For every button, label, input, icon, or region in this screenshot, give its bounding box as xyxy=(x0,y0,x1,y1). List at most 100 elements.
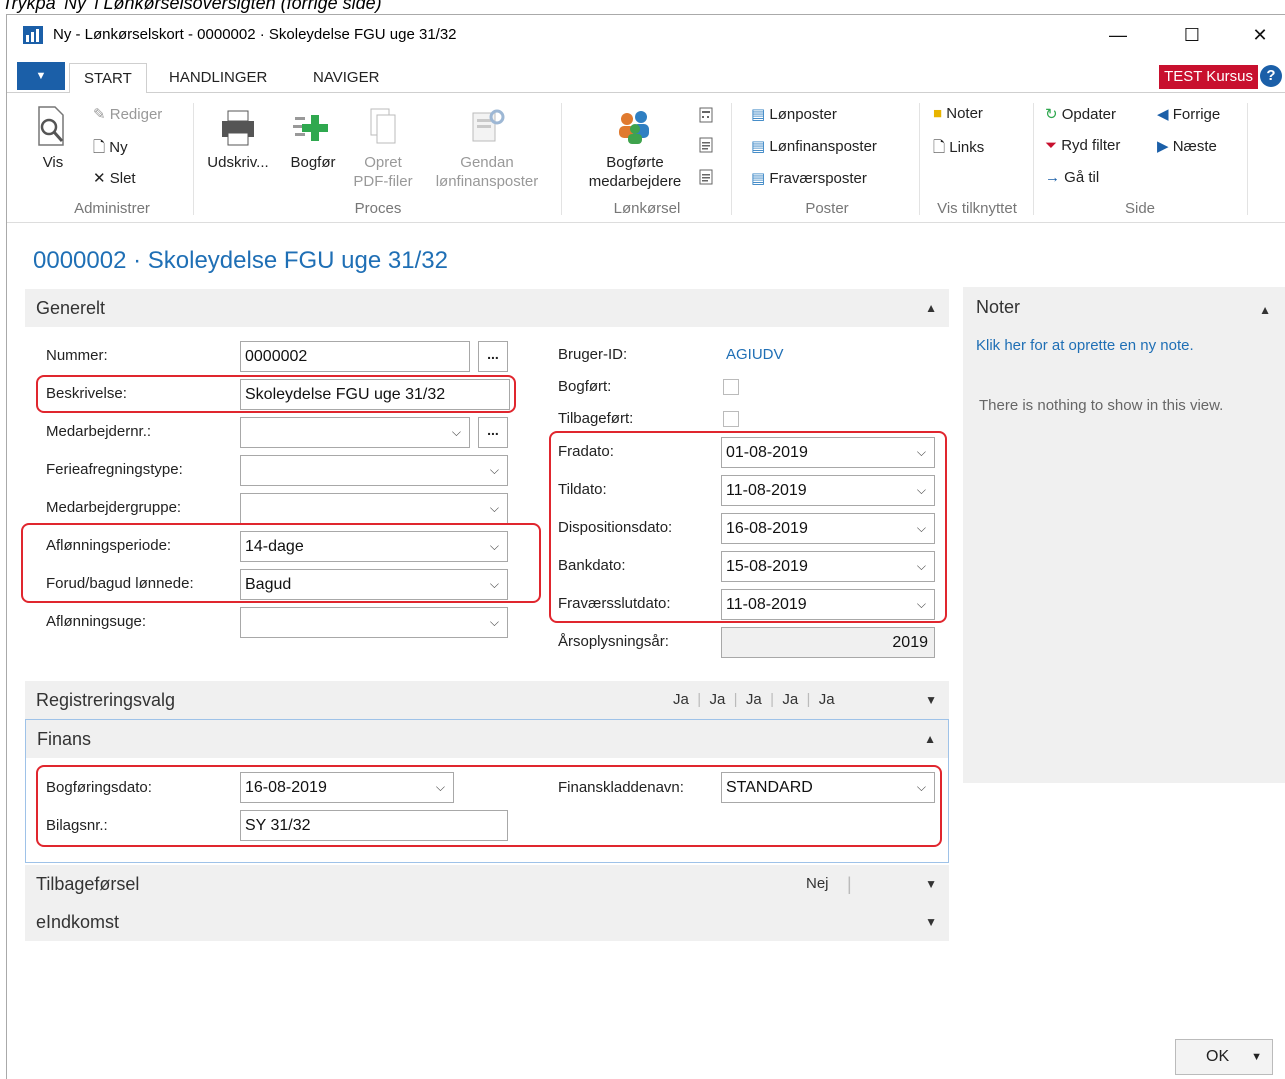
naeste-button[interactable]: ▶ Næste xyxy=(1157,137,1217,155)
arsoplysningsar-field: 2019 xyxy=(721,627,935,658)
tab-start[interactable]: START xyxy=(69,63,147,94)
ferieafregningstype-select[interactable]: ⌵ xyxy=(240,455,508,486)
tilbagefort-label: Tilbageført: xyxy=(558,410,634,427)
section-header-registreringsvalg[interactable]: Registreringsvalg Ja | Ja | Ja | Ja | Ja… xyxy=(25,681,949,719)
close-button[interactable]: ✕ xyxy=(1245,21,1275,49)
vis-button[interactable]: Vis xyxy=(33,105,73,172)
expand-chevron-icon: ▼ xyxy=(925,693,937,707)
section-header-eindkomst[interactable]: eIndkomst ▼ xyxy=(25,903,949,941)
fravaersposter-button[interactable]: ▤ Fraværsposter xyxy=(751,169,867,187)
rediger-button[interactable]: ✎ Rediger xyxy=(93,105,162,123)
calculator-icon[interactable] xyxy=(699,107,713,127)
ok-button[interactable]: OK ▼ xyxy=(1175,1039,1273,1075)
arsoplysningsar-label: Årsoplysningsår: xyxy=(558,633,669,650)
ga-til-button[interactable]: → Gå til xyxy=(1045,169,1099,186)
udskriv-button[interactable]: Udskriv... xyxy=(203,105,273,172)
chevron-down-icon: ⌵ xyxy=(489,463,499,477)
create-note-link[interactable]: Klik her for at oprette en ny note. xyxy=(976,337,1194,354)
separator: | xyxy=(847,874,852,894)
chevron-down-icon: ⌵ xyxy=(489,501,499,515)
medarbejdernr-label: Medarbejdernr.: xyxy=(46,423,152,440)
restore-ledger-icon xyxy=(472,109,505,142)
new-document-icon: 🗋 xyxy=(93,139,106,156)
copy-document-icon xyxy=(370,108,396,144)
nummer-label: Nummer: xyxy=(46,347,108,364)
tab-handlinger[interactable]: HANDLINGER xyxy=(155,63,281,94)
collapse-chevron-icon: ▲ xyxy=(924,732,936,746)
group-label-administrer: Administrer xyxy=(74,200,150,217)
empty-state-text: There is nothing to show in this view. xyxy=(979,397,1224,414)
environment-badge: TEST Kursus xyxy=(1159,65,1258,89)
highlight-box xyxy=(36,765,942,847)
help-icon[interactable]: ? xyxy=(1260,65,1282,87)
group-separator xyxy=(1033,103,1034,215)
gendan-lonfinansposter-button[interactable]: Gendan lønfinansposter xyxy=(421,105,553,191)
top-note: Trykpå 'Ny' i Lønkørselsoversigten (forr… xyxy=(2,0,382,13)
opdater-button[interactable]: ↻ Opdater xyxy=(1045,105,1116,123)
ryd-filter-button[interactable]: ⏷ Ryd filter xyxy=(1045,137,1120,154)
nummer-field[interactable]: 0000002 xyxy=(240,341,470,372)
ledger-entries-icon: ▤ xyxy=(751,106,766,123)
group-separator xyxy=(193,103,194,215)
highlight-box xyxy=(549,431,947,623)
group-label-proces: Proces xyxy=(354,200,402,217)
collapse-chevron-icon[interactable]: ▲ xyxy=(1259,303,1271,317)
maximize-button[interactable]: ☐ xyxy=(1177,21,1207,49)
view-document-icon xyxy=(38,106,64,146)
noter-panel-title: Noter xyxy=(976,297,1021,317)
window: Ny - Lønkørselskort - 0000002 · Skoleyde… xyxy=(6,14,1285,1079)
previous-arrow-icon: ◀ xyxy=(1157,106,1169,123)
group-separator xyxy=(919,103,920,215)
medarbejdernr-field[interactable]: ⌵ xyxy=(240,417,470,448)
link-icon: 🗋 xyxy=(933,139,946,156)
nummer-assist-button[interactable]: ... xyxy=(478,341,508,372)
bogfort-checkbox xyxy=(723,379,739,395)
next-arrow-icon: ▶ xyxy=(1157,138,1169,155)
section-header-tilbageforsel[interactable]: Tilbageførsel Nej | ▼ xyxy=(25,865,949,903)
bogfor-button[interactable]: Bogfør xyxy=(285,105,341,172)
page-title: 0000002 · Skoleydelse FGU uge 31/32 xyxy=(33,247,448,274)
lonfinansposter-button[interactable]: ▤ Lønfinansposter xyxy=(751,137,877,155)
lonposter-button[interactable]: ▤ Lønposter xyxy=(751,105,837,123)
tilbageforsel-summary: Nej xyxy=(806,875,829,892)
medarbejdernr-assist-button[interactable]: ... xyxy=(478,417,508,448)
tab-naviger[interactable]: NAVIGER xyxy=(299,63,393,94)
highlight-box xyxy=(36,375,516,413)
ledger-entries-icon: ▤ xyxy=(751,138,766,155)
section-header-generelt[interactable]: Generelt ▲ xyxy=(25,289,949,327)
note-icon: ■ xyxy=(933,105,943,122)
report-icon[interactable] xyxy=(699,137,713,157)
minimize-button[interactable]: — xyxy=(1103,21,1133,49)
opret-pdf-button[interactable]: Opret PDF-filer xyxy=(347,105,419,191)
noter-factbox: Noter ▲ Klik her for at oprette en ny no… xyxy=(963,287,1285,783)
group-separator xyxy=(561,103,562,215)
arrow-right-icon: → xyxy=(1045,169,1060,186)
title-bar: Ny - Lønkørselskort - 0000002 · Skoleyde… xyxy=(7,15,1285,55)
links-button[interactable]: 🗋 Links xyxy=(933,137,984,162)
dropdown-arrow-icon: ▼ xyxy=(1251,1051,1262,1063)
group-label-poster: Poster xyxy=(805,200,849,217)
app-menu-button[interactable]: ▼ xyxy=(17,62,65,90)
section-header-finans[interactable]: Finans ▲ xyxy=(26,720,948,758)
ledger-entries-icon: ▤ xyxy=(751,170,766,187)
delete-x-icon: ✕ xyxy=(93,170,106,187)
registreringsvalg-summary: Ja | Ja | Ja | Ja | Ja xyxy=(673,691,835,708)
ny-button[interactable]: 🗋 Ny xyxy=(93,137,128,162)
aflonningsuge-select[interactable]: ⌵ xyxy=(240,607,508,638)
employees-icon xyxy=(619,111,649,144)
bogfort-label: Bogført: xyxy=(558,378,612,395)
medarbejdergruppe-select[interactable]: ⌵ xyxy=(240,493,508,524)
bogforte-medarbejdere-button[interactable]: Bogførte medarbejdere xyxy=(575,105,695,191)
ribbon-tab-bar: ▼ START HANDLINGER NAVIGER TEST Kursus ? xyxy=(7,59,1285,94)
report-icon[interactable] xyxy=(699,169,713,189)
bruger-id-value[interactable]: AGIUDV xyxy=(726,346,784,363)
slet-button[interactable]: ✕ Slet xyxy=(93,169,136,187)
aflonningsuge-label: Aflønningsuge: xyxy=(46,613,147,630)
printer-icon xyxy=(222,110,254,146)
tilbagefort-checkbox xyxy=(723,411,739,427)
group-label-lonkorsel: Lønkørsel xyxy=(613,200,681,217)
noter-button[interactable]: ■ Noter xyxy=(933,105,983,122)
forrige-button[interactable]: ◀ Forrige xyxy=(1157,105,1220,123)
ribbon: Vis ✎ Rediger 🗋 Ny ✕ Slet Administrer Ud… xyxy=(7,93,1285,223)
collapse-chevron-icon: ▲ xyxy=(925,301,937,315)
